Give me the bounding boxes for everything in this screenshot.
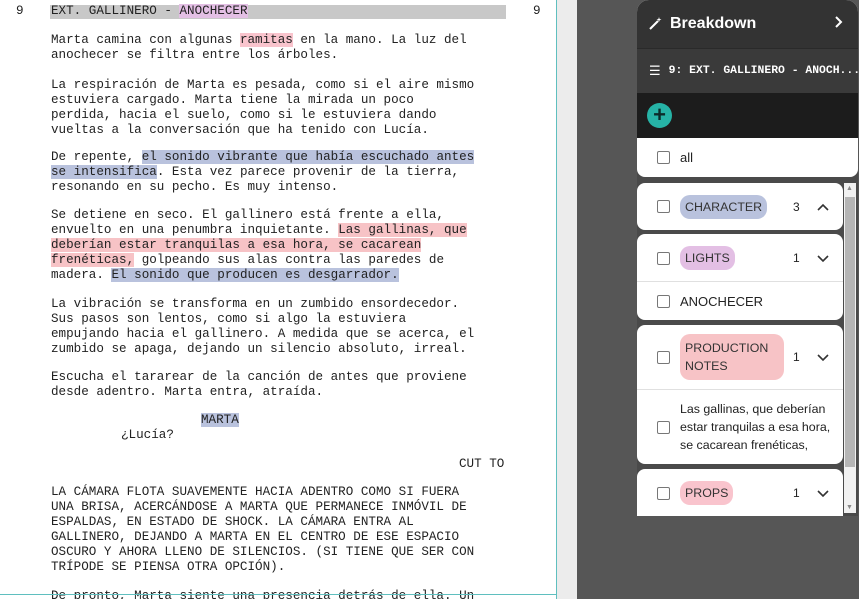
dialogue[interactable]: ¿Lucía? [121,428,174,443]
chevron-down-icon[interactable] [817,251,829,266]
text: . Esta vez parece provenir de la tierra, [156,165,460,179]
action-paragraph-4[interactable]: Se detiene en seco. El gallinero está fr… [51,208,511,283]
category-row-props[interactable]: PROPS 1 [637,469,843,516]
text: Escucha el tararear de la canción de ant… [51,370,467,384]
magic-wand-icon [649,16,665,33]
scene-heading[interactable]: EXT. GALLINERO - ANOCHECER [51,4,248,19]
action-paragraph-7[interactable]: LA CÁMARA FLOTA SUAVEMENTE HACIA ADENTRO… [51,485,511,575]
category-chip-production-notes: PRODUCTION NOTES [680,334,784,380]
scene-selector-label: 9: EXT. GALLINERO - ANOCH... [668,65,858,77]
scene-selector[interactable]: ☰ 9: EXT. GALLINERO - ANOCH... [637,48,858,93]
tag-prodnote-line3[interactable]: frenéticas, [51,253,135,267]
scrollbar-thumb[interactable] [845,197,855,467]
action-paragraph-6[interactable]: Escucha el tararear de la canción de ant… [51,370,511,400]
lights-item-label: ANOCHECER [680,293,764,309]
text: ESPALDAS, EN ESTADO DE SHOCK. LA CÁMARA … [51,515,414,529]
category-count: 1 [793,251,800,265]
chevron-up-icon[interactable] [817,199,829,214]
lights-item-row[interactable]: ANOCHECER [637,282,843,320]
text: se cacarean frenéticas, [680,438,809,452]
text: TRÍPODE SE PIENSA OTRA OPCIÓN). [51,560,286,574]
category-count: 1 [793,486,800,500]
scroll-up-arrow-icon[interactable]: ▲ [846,185,853,192]
scene-number-left: 9 [16,4,24,18]
select-all-checkbox[interactable] [657,151,670,164]
category-chip-lights: LIGHTS [680,246,735,270]
category-list: all CHARACTER 3 LIGHTS 1 ANOCHECER PRODU… [637,138,858,516]
text: estuviera cargado. Marta tiene la mirada… [51,93,414,107]
text: Marta camina con algunas [51,33,240,47]
prodnote-item-row[interactable]: Las gallinas, que deberían estar tranqui… [637,390,843,464]
breakdown-title: Breakdown [670,15,757,32]
action-paragraph-1[interactable]: Marta camina con algunas ramitas en la m… [51,33,511,63]
tag-props-ramitas[interactable]: ramitas [239,33,293,47]
category-checkbox[interactable] [657,200,670,213]
category-chip-props: PROPS [680,481,734,505]
scene-heading-location: EXT. GALLINERO - [51,4,180,18]
text: estar tranquilas a esa hora, [680,420,831,434]
text: envuelto en una penumbra inquietante. [51,223,339,237]
breakdown-header: Breakdown [637,0,858,48]
text: perdida, hacia el suelo, como si le estu… [51,108,437,122]
category-checkbox[interactable] [657,350,670,364]
prodnote-item-text: Las gallinas, que deberían estar tranqui… [680,400,830,454]
text: Las gallinas, que deberían [680,402,826,416]
action-paragraph-5[interactable]: La vibración se transforma en un zumbido… [51,297,511,357]
text: OSCURO Y AHORA LLENO DE SILENCIOS. (SI T… [51,545,475,559]
text: en la mano. La luz del [292,33,467,47]
text: madera. [51,268,112,282]
item-checkbox[interactable] [657,294,670,308]
text: zumbido se apaga, dejando un silencio ab… [51,342,467,356]
tag-lights-anochecer[interactable]: ANOCHECER [179,4,248,18]
text: GALLINERO, DEJANDO A MARTA EN EL CENTRO … [51,530,460,544]
select-all-label: all [680,150,694,165]
text: De repente, [51,150,142,164]
transition[interactable]: CUT TO [459,457,504,472]
category-chip-character: CHARACTER [680,194,768,219]
text: empujando hacia el gallinero. A medida q… [51,327,475,341]
category-row-character[interactable]: CHARACTER 3 [637,183,843,230]
category-count: 1 [793,350,800,364]
action-paragraph-3[interactable]: De repente, el sonido vibrante que había… [51,150,511,195]
category-row-lights[interactable]: LIGHTS 1 [637,234,843,282]
text: Sus pasos son lentos, como si algo la es… [51,312,407,326]
add-element-button[interactable]: + [647,103,672,128]
action-paragraph-2[interactable]: La respiración de Marta es pesada, como … [51,78,511,138]
tag-prodnote-line1[interactable]: Las gallinas, que [338,223,467,237]
text: vueltas a la conversación que ha tenido … [51,123,429,137]
page-bottom-border [0,594,556,595]
text: anochecer se filtra entre los árboles. [51,48,339,62]
scene-number-right: 9 [533,4,541,18]
chevron-down-icon[interactable] [817,350,829,365]
script-page[interactable]: 9 9 EXT. GALLINERO - ANOCHECER Marta cam… [0,0,557,599]
category-checkbox[interactable] [657,251,670,265]
collapse-panel-chevron-icon[interactable] [834,14,844,34]
text: LA CÁMARA FLOTA SUAVEMENTE HACIA ADENTRO… [51,485,460,499]
tag-character-intensifica[interactable]: se intensifica [51,165,157,179]
category-checkbox[interactable] [657,486,670,500]
tag-character-desgarrador[interactable]: El sonido que producen es desgarrador. [111,268,399,282]
text: resonando en su pecho. Es muy intenso. [51,180,339,194]
text: desde adentro. Marta entra, atraída. [51,385,324,399]
text: La vibración se transforma en un zumbido… [51,297,460,311]
select-all-row[interactable]: all [637,138,858,177]
action-bar: + [637,93,858,138]
tag-character-sonido[interactable]: el sonido vibrante que había escuchado a… [141,150,475,164]
breakdown-panel: Breakdown ☰ 9: EXT. GALLINERO - ANOCH...… [637,0,858,516]
text: La respiración de Marta es pesada, como … [51,78,475,92]
item-checkbox[interactable] [657,420,670,434]
page-gutter [557,0,577,599]
text: UNA BRISA, ACERCÁNDOSE A MARTA QUE PERMA… [51,500,467,514]
tag-prodnote-line2[interactable]: deberían estar tranquilas a esa hora, se… [51,238,422,252]
category-row-production-notes[interactable]: PRODUCTION NOTES 1 [637,325,843,389]
text: Se detiene en seco. El gallinero está fr… [51,208,444,222]
text: golpeando sus alas contra las paredes de [134,253,444,267]
character-cue[interactable]: MARTA [201,413,239,428]
scroll-down-arrow-icon[interactable]: ▼ [846,504,853,511]
category-count: 3 [793,199,800,214]
tag-character-marta[interactable]: MARTA [201,413,239,427]
hamburger-menu-icon[interactable]: ☰ [649,64,661,79]
chevron-down-icon[interactable] [817,486,829,501]
